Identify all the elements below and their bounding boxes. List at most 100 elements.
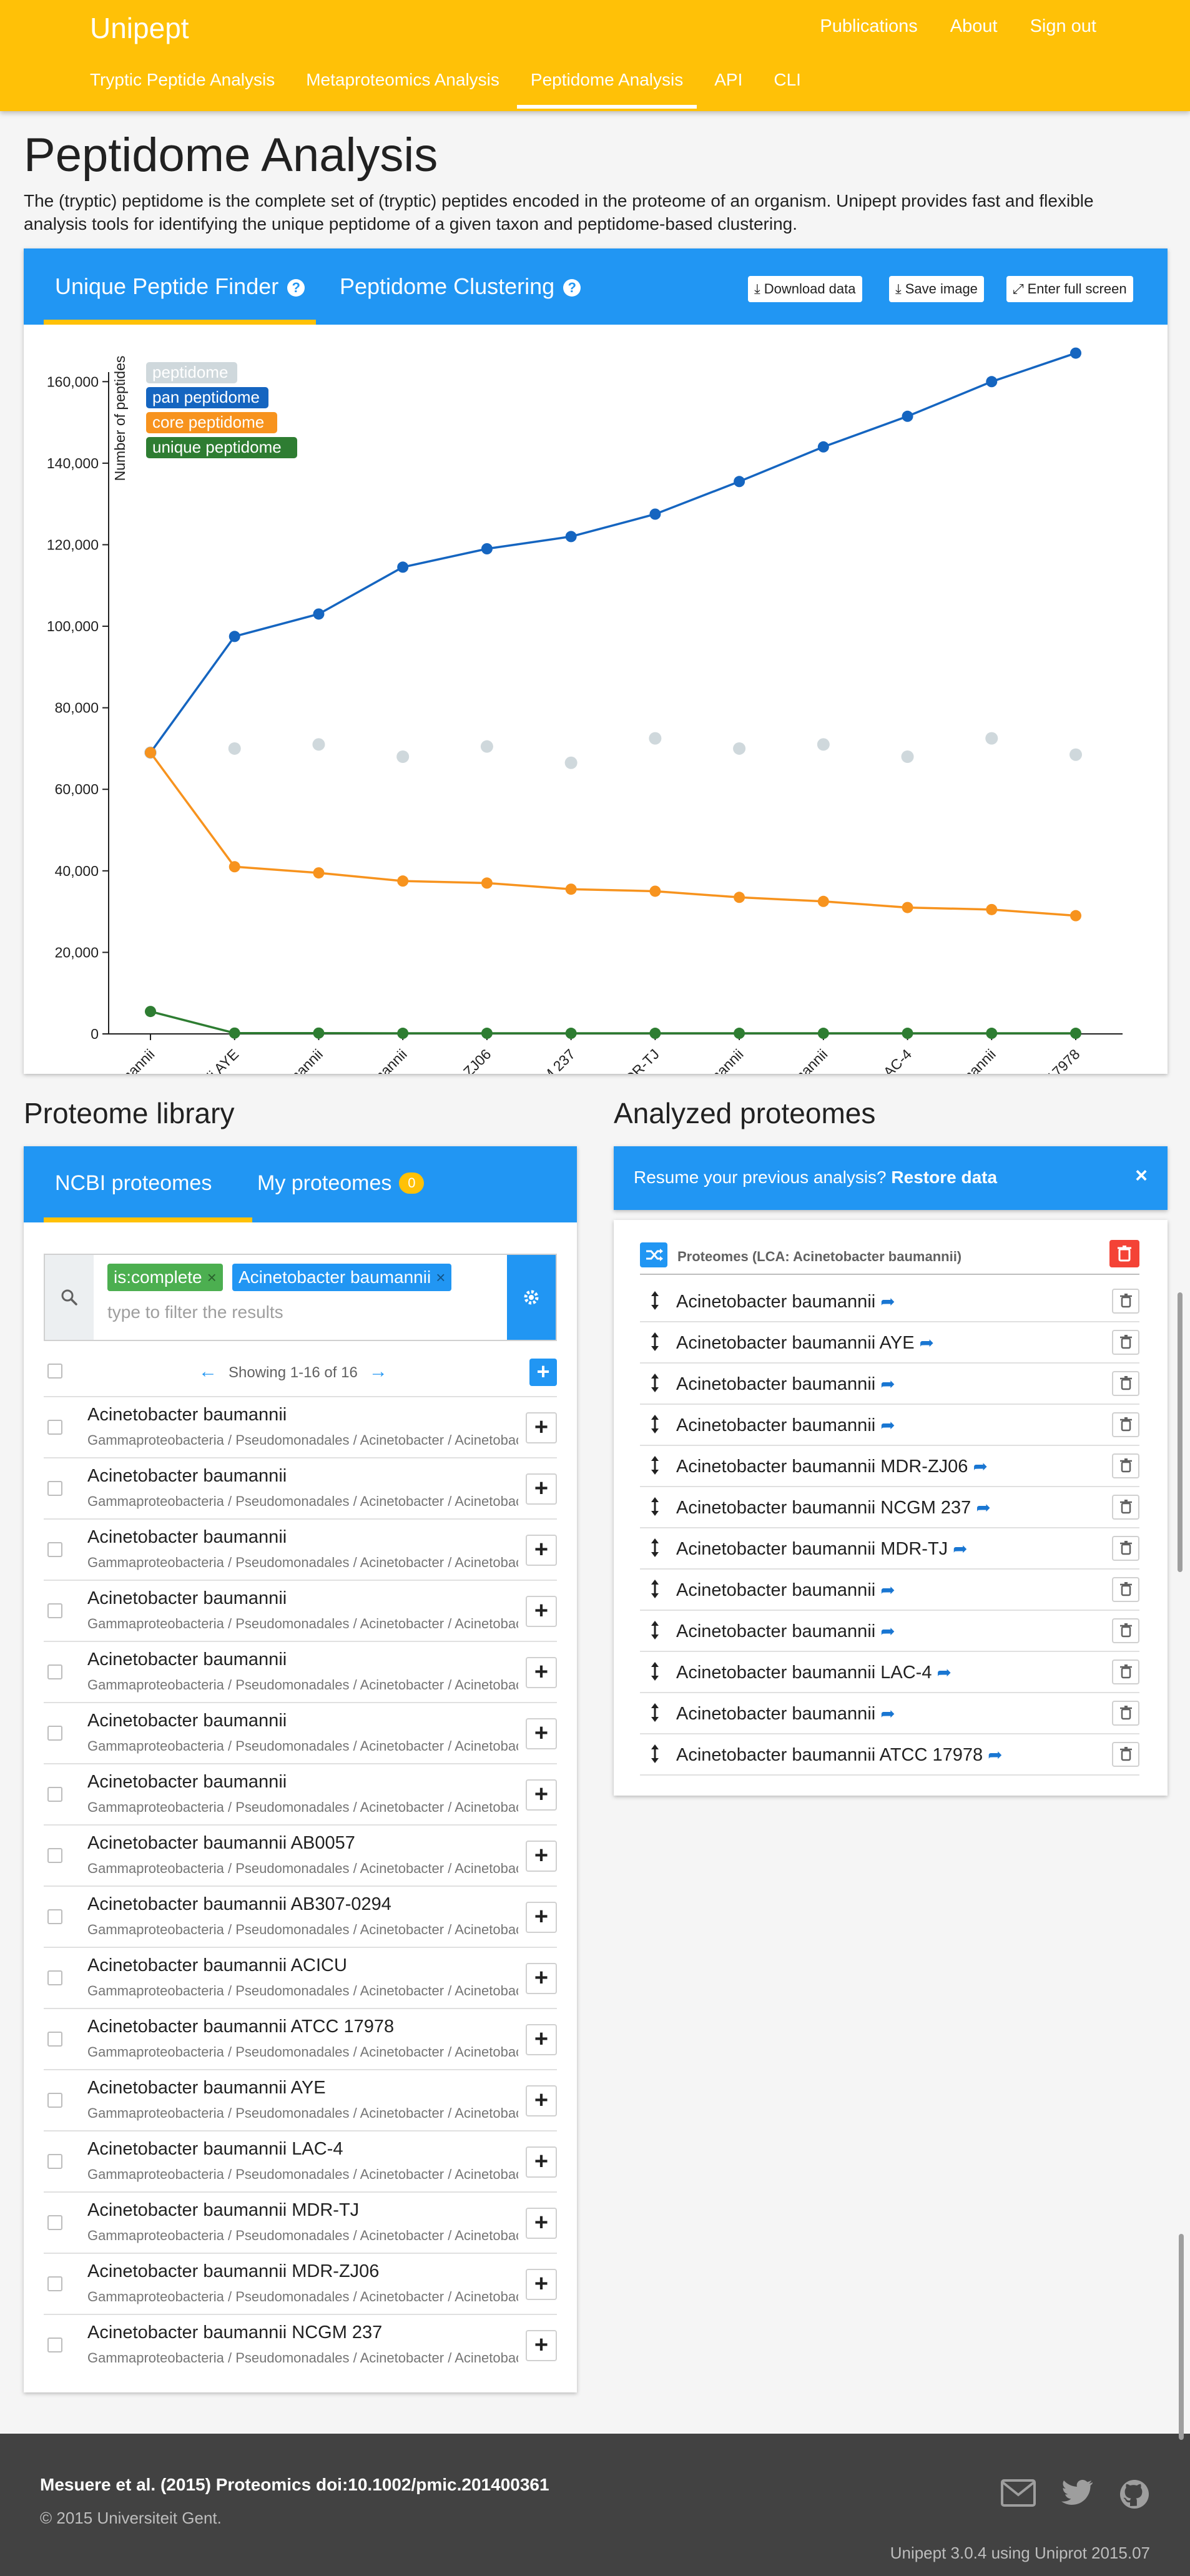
- restore-data-link[interactable]: Restore data: [891, 1168, 997, 1187]
- add-proteome-button[interactable]: +: [526, 2146, 557, 2178]
- list-item[interactable]: Acinetobacter baumannii AYE Gammaproteoba…: [44, 2069, 557, 2130]
- drag-handle-icon[interactable]: [650, 1620, 660, 1641]
- share-icon[interactable]: ➦: [988, 1745, 1002, 1764]
- tab-tryptic-peptide-analysis[interactable]: Tryptic Peptide Analysis: [90, 70, 288, 109]
- tab-api[interactable]: API: [714, 70, 756, 109]
- list-item[interactable]: Acinetobacter baumannii NCGM 237 Gammapro…: [44, 2314, 557, 2375]
- share-icon[interactable]: ➦: [880, 1621, 895, 1641]
- filter-chip-complete[interactable]: is:complete ×: [107, 1264, 223, 1291]
- table-row[interactable]: Acinetobacter baumannii LAC-4 ➦: [640, 1652, 1139, 1693]
- add-proteome-button[interactable]: +: [526, 2085, 557, 2116]
- row-checkbox[interactable]: [47, 1664, 62, 1679]
- fullscreen-button[interactable]: ⤢ Enter full screen: [1006, 276, 1133, 302]
- table-row[interactable]: Acinetobacter baumannii MDR-TJ ➦: [640, 1528, 1139, 1570]
- tab-metaproteomics-analysis[interactable]: Metaproteomics Analysis: [306, 70, 513, 109]
- filter-chip-taxon[interactable]: Acinetobacter baumannii ×: [232, 1264, 452, 1291]
- select-all-checkbox[interactable]: [47, 1364, 62, 1379]
- add-proteome-button[interactable]: +: [526, 1596, 557, 1627]
- tab-my-proteomes[interactable]: My proteomes 0: [257, 1171, 425, 1196]
- add-proteome-button[interactable]: +: [526, 1902, 557, 1933]
- delete-button[interactable]: [1112, 1453, 1139, 1478]
- brand-logo[interactable]: Unipept: [90, 11, 189, 45]
- list-item[interactable]: Acinetobacter baumannii AB0057 Gammaprote…: [44, 1824, 557, 1885]
- list-item[interactable]: Acinetobacter baumannii Gammaproteobacter…: [44, 1702, 557, 1763]
- share-icon[interactable]: ➦: [880, 1374, 895, 1394]
- drag-handle-icon[interactable]: [650, 1702, 660, 1723]
- add-proteome-button[interactable]: +: [526, 1473, 557, 1505]
- share-icon[interactable]: ➦: [937, 1663, 951, 1682]
- table-row[interactable]: Acinetobacter baumannii ➦: [640, 1693, 1139, 1734]
- list-item[interactable]: Acinetobacter baumannii MDR-TJ Gammaprote…: [44, 2191, 557, 2253]
- share-icon[interactable]: ➦: [880, 1292, 895, 1311]
- download-data-button[interactable]: ⤓ Download data: [748, 276, 862, 302]
- list-item[interactable]: Acinetobacter baumannii Gammaproteobacter…: [44, 1396, 557, 1457]
- table-row[interactable]: Acinetobacter baumannii ➦: [640, 1405, 1139, 1446]
- tab-ncbi-proteomes[interactable]: NCBI proteomes: [55, 1171, 212, 1196]
- drag-handle-icon[interactable]: [650, 1372, 660, 1394]
- help-icon[interactable]: ?: [287, 279, 305, 297]
- row-checkbox[interactable]: [47, 1909, 62, 1924]
- drag-handle-icon[interactable]: [650, 1413, 660, 1435]
- share-icon[interactable]: ➦: [880, 1415, 895, 1435]
- list-item[interactable]: Acinetobacter baumannii Gammaproteobacter…: [44, 1641, 557, 1702]
- drag-handle-icon[interactable]: [650, 1578, 660, 1600]
- row-checkbox[interactable]: [47, 1603, 62, 1618]
- list-item[interactable]: Acinetobacter baumannii Gammaproteobacter…: [44, 1763, 557, 1824]
- clear-all-button[interactable]: [1109, 1240, 1139, 1267]
- delete-button[interactable]: [1112, 1742, 1139, 1767]
- row-checkbox[interactable]: [47, 2093, 62, 2108]
- row-checkbox[interactable]: [47, 1848, 62, 1863]
- help-icon[interactable]: ?: [563, 279, 581, 297]
- add-all-button[interactable]: +: [529, 1359, 557, 1386]
- table-row[interactable]: Acinetobacter baumannii NCGM 237 ➦: [640, 1487, 1139, 1528]
- nav-about[interactable]: About: [950, 16, 998, 37]
- add-proteome-button[interactable]: +: [526, 1779, 557, 1811]
- table-row[interactable]: Acinetobacter baumannii ATCC 17978 ➦: [640, 1734, 1139, 1776]
- filter-box[interactable]: is:complete × Acinetobacter baumannii × ty…: [44, 1254, 557, 1341]
- table-row[interactable]: Acinetobacter baumannii ➦: [640, 1364, 1139, 1405]
- nav-sign-out[interactable]: Sign out: [1030, 16, 1096, 37]
- row-checkbox[interactable]: [47, 1420, 62, 1435]
- list-item[interactable]: Acinetobacter baumannii LAC-4 Gammaproteo…: [44, 2130, 557, 2191]
- tab-peptidome-clustering[interactable]: Peptidome Clustering?: [340, 273, 581, 300]
- drag-handle-icon[interactable]: [650, 1496, 660, 1517]
- delete-button[interactable]: [1112, 1289, 1139, 1314]
- table-row[interactable]: Acinetobacter baumannii ➦: [640, 1281, 1139, 1322]
- row-checkbox[interactable]: [47, 1542, 62, 1557]
- add-proteome-button[interactable]: +: [526, 2330, 557, 2361]
- add-proteome-button[interactable]: +: [526, 2024, 557, 2055]
- list-item[interactable]: Acinetobacter baumannii ACICU Gammaproteo…: [44, 1947, 557, 2008]
- row-checkbox[interactable]: [47, 1481, 62, 1496]
- row-checkbox[interactable]: [47, 2215, 62, 2230]
- filter-input[interactable]: type to filter the results: [107, 1302, 283, 1322]
- row-checkbox[interactable]: [47, 1726, 62, 1741]
- delete-button[interactable]: [1112, 1618, 1139, 1643]
- add-proteome-button[interactable]: +: [526, 2269, 557, 2300]
- drag-handle-icon[interactable]: [650, 1290, 660, 1311]
- share-icon[interactable]: ➦: [973, 1457, 987, 1476]
- drag-handle-icon[interactable]: [650, 1661, 660, 1682]
- nav-publications[interactable]: Publications: [820, 16, 917, 37]
- drag-handle-icon[interactable]: [650, 1331, 660, 1352]
- drag-handle-icon[interactable]: [650, 1537, 660, 1558]
- close-icon[interactable]: ×: [1135, 1164, 1148, 1188]
- list-item[interactable]: Acinetobacter baumannii Gammaproteobacter…: [44, 1518, 557, 1580]
- share-icon[interactable]: ➦: [976, 1498, 990, 1517]
- scrollbar[interactable]: [1178, 1292, 1183, 1572]
- citation[interactable]: Mesuere et al. (2015) Proteomics doi:10.…: [40, 2475, 549, 2495]
- add-proteome-button[interactable]: +: [526, 1657, 557, 1688]
- remove-chip-icon[interactable]: ×: [207, 1268, 217, 1287]
- page-scrollbar[interactable]: [1179, 2234, 1184, 2440]
- add-proteome-button[interactable]: +: [526, 1841, 557, 1872]
- row-checkbox[interactable]: [47, 2338, 62, 2352]
- shuffle-icon[interactable]: [640, 1242, 667, 1267]
- save-image-button[interactable]: ⤓ Save image: [889, 276, 984, 302]
- table-row[interactable]: Acinetobacter baumannii ➦: [640, 1611, 1139, 1652]
- delete-button[interactable]: [1112, 1371, 1139, 1396]
- add-proteome-button[interactable]: +: [526, 2208, 557, 2239]
- gear-icon[interactable]: [507, 1255, 556, 1340]
- delete-button[interactable]: [1112, 1330, 1139, 1355]
- github-icon[interactable]: [1119, 2479, 1150, 2510]
- list-item[interactable]: Acinetobacter baumannii Gammaproteobacter…: [44, 1580, 557, 1641]
- row-checkbox[interactable]: [47, 2276, 62, 2291]
